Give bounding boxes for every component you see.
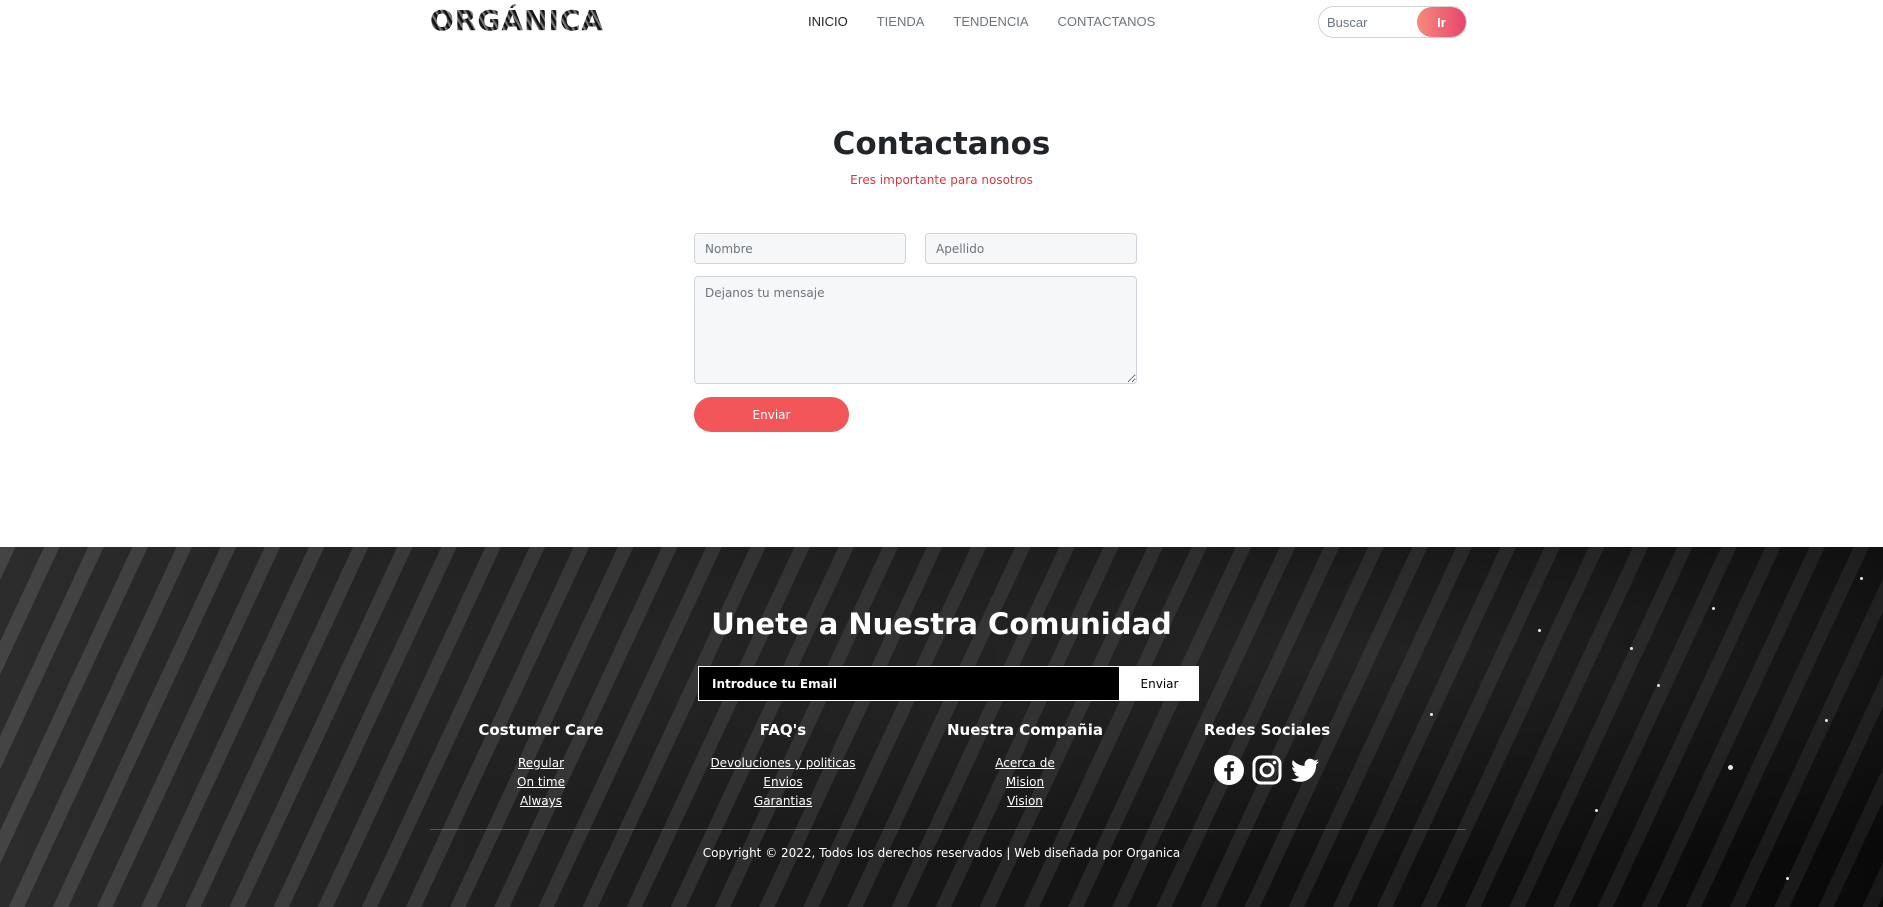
footer-link-vision[interactable]: Vision [925,792,1125,811]
footer-column-costumer-care: Costumer Care Regular On time Always [441,721,641,811]
footer-link-regular[interactable]: Regular [441,754,641,773]
footer-link-always[interactable]: Always [441,792,641,811]
nav-inicio[interactable]: INICIO [808,14,848,29]
background-speck [1430,713,1433,716]
footer-column-heading: Redes Sociales [1203,721,1331,739]
footer-column-faqs: FAQ's Devoluciones y politicas Envios Ga… [683,721,883,811]
site-footer: Unete a Nuestra Comunidad Enviar Costume… [0,547,1883,907]
background-speck [1825,719,1828,722]
message-field[interactable] [694,276,1137,384]
background-speck [1657,684,1660,687]
footer-link-on-time[interactable]: On time [441,773,641,792]
copyright-text: Copyright © 2022, Todos los derechos res… [702,846,1181,860]
last-name-field[interactable] [925,233,1137,264]
footer-link-devoluciones[interactable]: Devoluciones y politicas [683,754,883,773]
footer-link-garantias[interactable]: Garantias [683,792,883,811]
footer-link-envios[interactable]: Envios [683,773,883,792]
twitter-icon[interactable] [1289,754,1321,786]
contact-submit-button[interactable]: Enviar [694,397,849,432]
background-speck [1786,877,1789,880]
newsletter-submit-button[interactable]: Enviar [1120,666,1199,701]
contact-subtitle: Eres importante para nosotros [850,173,1033,187]
first-name-field[interactable] [694,233,906,264]
footer-column-heading: Costumer Care [478,721,604,739]
footer-column-heading: Nuestra Compañia [947,721,1103,739]
footer-link-mision[interactable]: Mision [925,773,1125,792]
search-input[interactable] [1319,7,1419,37]
instagram-icon[interactable] [1251,754,1283,786]
logo[interactable]: ORGÁNICA [430,4,604,37]
newsletter-title: Unete a Nuestra Comunidad [711,607,1172,641]
main-nav: INICIO TIENDA TENDENCIA CONTACTANOS [808,14,1184,29]
footer-column-heading: FAQ's [759,721,807,739]
contact-title: Contactanos [832,126,1051,162]
footer-link-acerca-de[interactable]: Acerca de [925,754,1125,773]
search-box: Ir [1318,6,1467,38]
newsletter-email-input[interactable] [698,666,1120,701]
nav-contactanos[interactable]: CONTACTANOS [1058,14,1156,29]
footer-column-nuestra-compania: Nuestra Compañia Acerca de Mision Vision [925,721,1125,811]
footer-divider [430,829,1466,830]
nav-tienda[interactable]: TIENDA [877,14,925,29]
nav-tendencia[interactable]: TENDENCIA [953,14,1028,29]
footer-column-redes-sociales: Redes Sociales [1167,721,1367,786]
background-speck [1630,647,1633,650]
social-links [1167,754,1367,786]
background-speck [1728,765,1733,770]
background-speck [1595,809,1598,812]
facebook-icon[interactable] [1213,754,1245,786]
search-button[interactable]: Ir [1417,7,1466,37]
site-header: ORGÁNICA INICIO TIENDA TENDENCIA CONTACT… [0,0,1883,48]
background-speck [1860,577,1863,580]
